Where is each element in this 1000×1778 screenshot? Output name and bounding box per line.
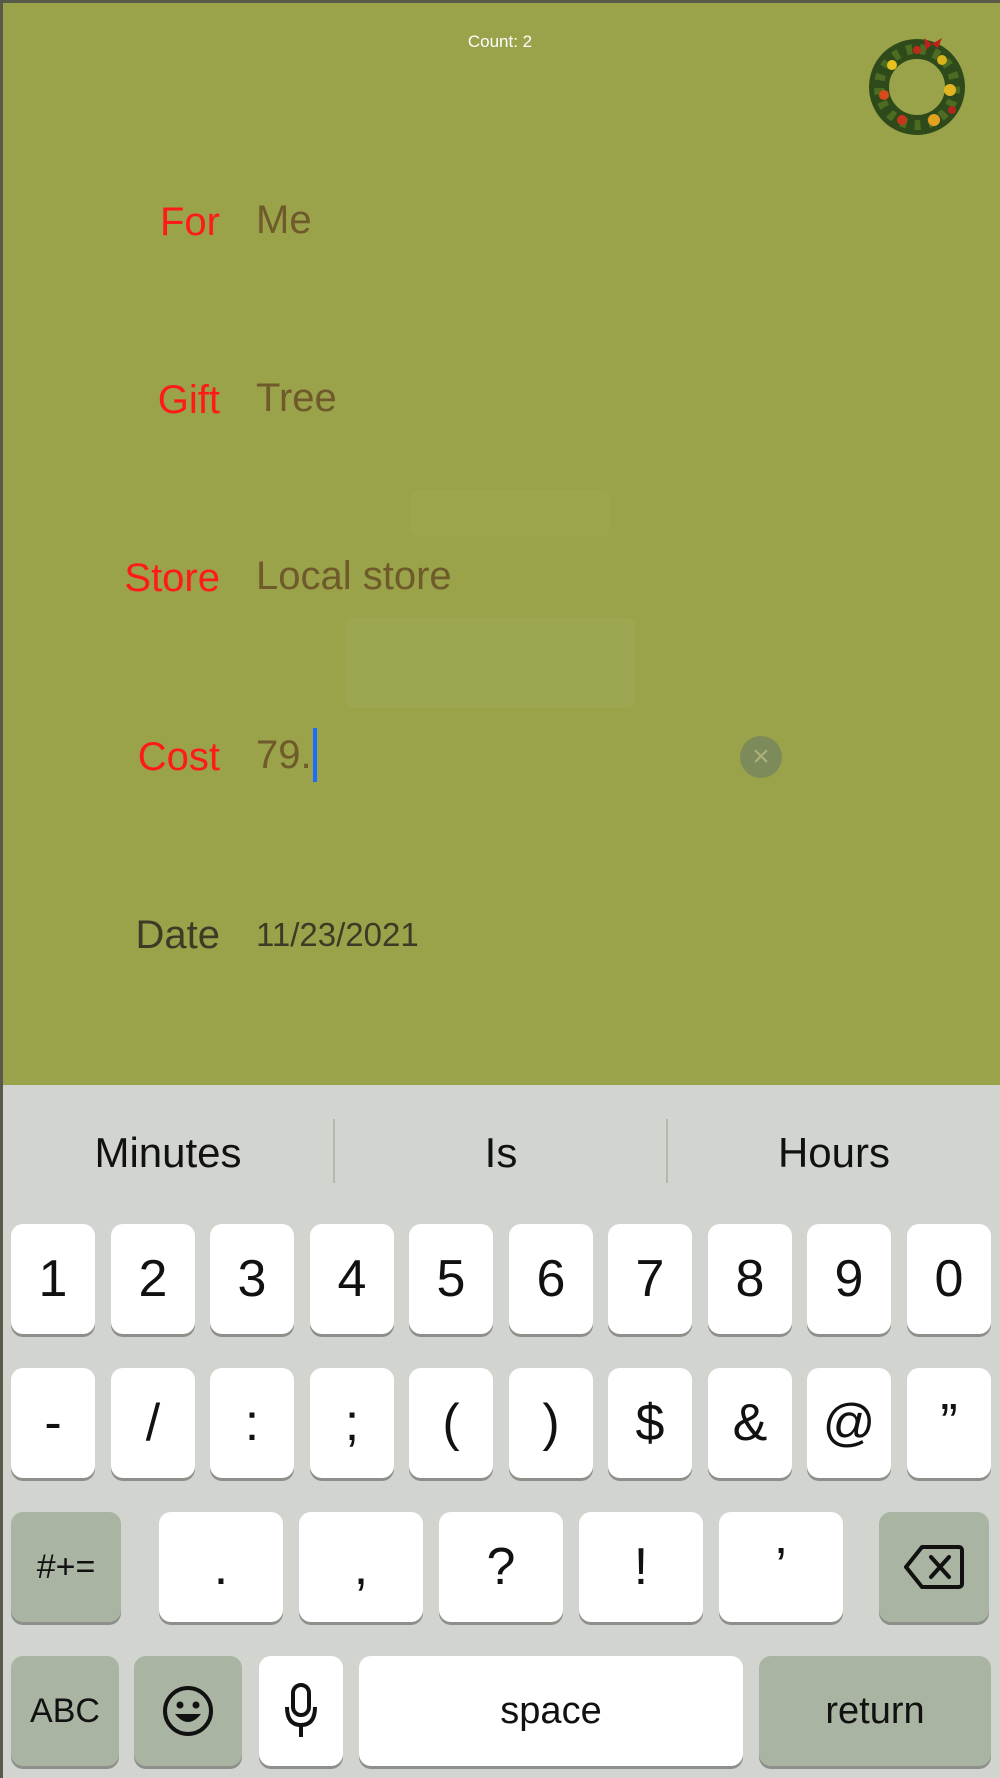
suggestion-item[interactable]: Hours (669, 1129, 999, 1177)
key-slash[interactable]: / (111, 1368, 195, 1478)
christmas-wreath-icon[interactable] (862, 30, 972, 140)
key-3[interactable]: 3 (210, 1224, 294, 1334)
key-apostrophe[interactable]: ’ (719, 1512, 843, 1622)
store-label: Store (124, 556, 220, 600)
microphone-icon (285, 1683, 317, 1737)
key-hyphen[interactable]: - (11, 1368, 95, 1478)
clear-text-button[interactable]: × (740, 736, 782, 778)
date-field[interactable]: 11/23/2021 (256, 916, 419, 954)
background-ghost-shape (410, 490, 610, 536)
space-key[interactable]: space (359, 1656, 743, 1766)
key-open-paren[interactable]: ( (409, 1368, 493, 1478)
key-2[interactable]: 2 (111, 1224, 195, 1334)
store-field[interactable]: Local store (256, 554, 452, 599)
gift-label: Gift (157, 378, 220, 422)
suggestion-item[interactable]: Minutes (3, 1129, 333, 1177)
key-dollar[interactable]: $ (608, 1368, 692, 1478)
key-comma[interactable]: , (299, 1512, 423, 1622)
key-question[interactable]: ? (439, 1512, 563, 1622)
suggestion-divider (666, 1119, 668, 1183)
key-exclamation[interactable]: ! (579, 1512, 703, 1622)
system-keyboard: Minutes Is Hours 1 2 3 4 5 6 7 8 9 0 - /… (3, 1085, 1000, 1778)
key-4[interactable]: 4 (310, 1224, 394, 1334)
dictation-key[interactable] (259, 1656, 343, 1766)
gift-field[interactable]: Tree (256, 376, 337, 421)
key-0[interactable]: 0 (907, 1224, 991, 1334)
key-semicolon[interactable]: ; (310, 1368, 394, 1478)
key-8[interactable]: 8 (708, 1224, 792, 1334)
suggestion-bar: Minutes Is Hours (3, 1085, 1000, 1215)
emoji-key[interactable] (134, 1656, 242, 1766)
key-ampersand[interactable]: & (708, 1368, 792, 1478)
key-9[interactable]: 9 (807, 1224, 891, 1334)
more-symbols-key[interactable]: #+= (11, 1512, 121, 1622)
key-6[interactable]: 6 (509, 1224, 593, 1334)
key-5[interactable]: 5 (409, 1224, 493, 1334)
abc-key[interactable]: ABC (11, 1656, 119, 1766)
key-colon[interactable]: : (210, 1368, 294, 1478)
background-ghost-shape (345, 618, 635, 708)
cost-label: Cost (137, 735, 220, 779)
delete-key[interactable] (879, 1512, 989, 1622)
key-at[interactable]: @ (807, 1368, 891, 1478)
key-period[interactable]: . (159, 1512, 283, 1622)
key-1[interactable]: 1 (11, 1224, 95, 1334)
emoji-icon (163, 1686, 213, 1736)
key-quote[interactable]: ” (907, 1368, 991, 1478)
for-label: For (160, 200, 220, 244)
key-close-paren[interactable]: ) (509, 1368, 593, 1478)
date-label: Date (135, 913, 221, 957)
backspace-icon (904, 1545, 964, 1589)
key-7[interactable]: 7 (608, 1224, 692, 1334)
for-field[interactable]: Me (256, 198, 312, 243)
suggestion-item[interactable]: Is (336, 1129, 666, 1177)
text-caret (313, 728, 317, 782)
count-label: Count: 2 (467, 32, 533, 51)
cost-field[interactable]: 79. (256, 733, 312, 778)
suggestion-divider (333, 1119, 335, 1183)
return-key[interactable]: return (759, 1656, 991, 1766)
